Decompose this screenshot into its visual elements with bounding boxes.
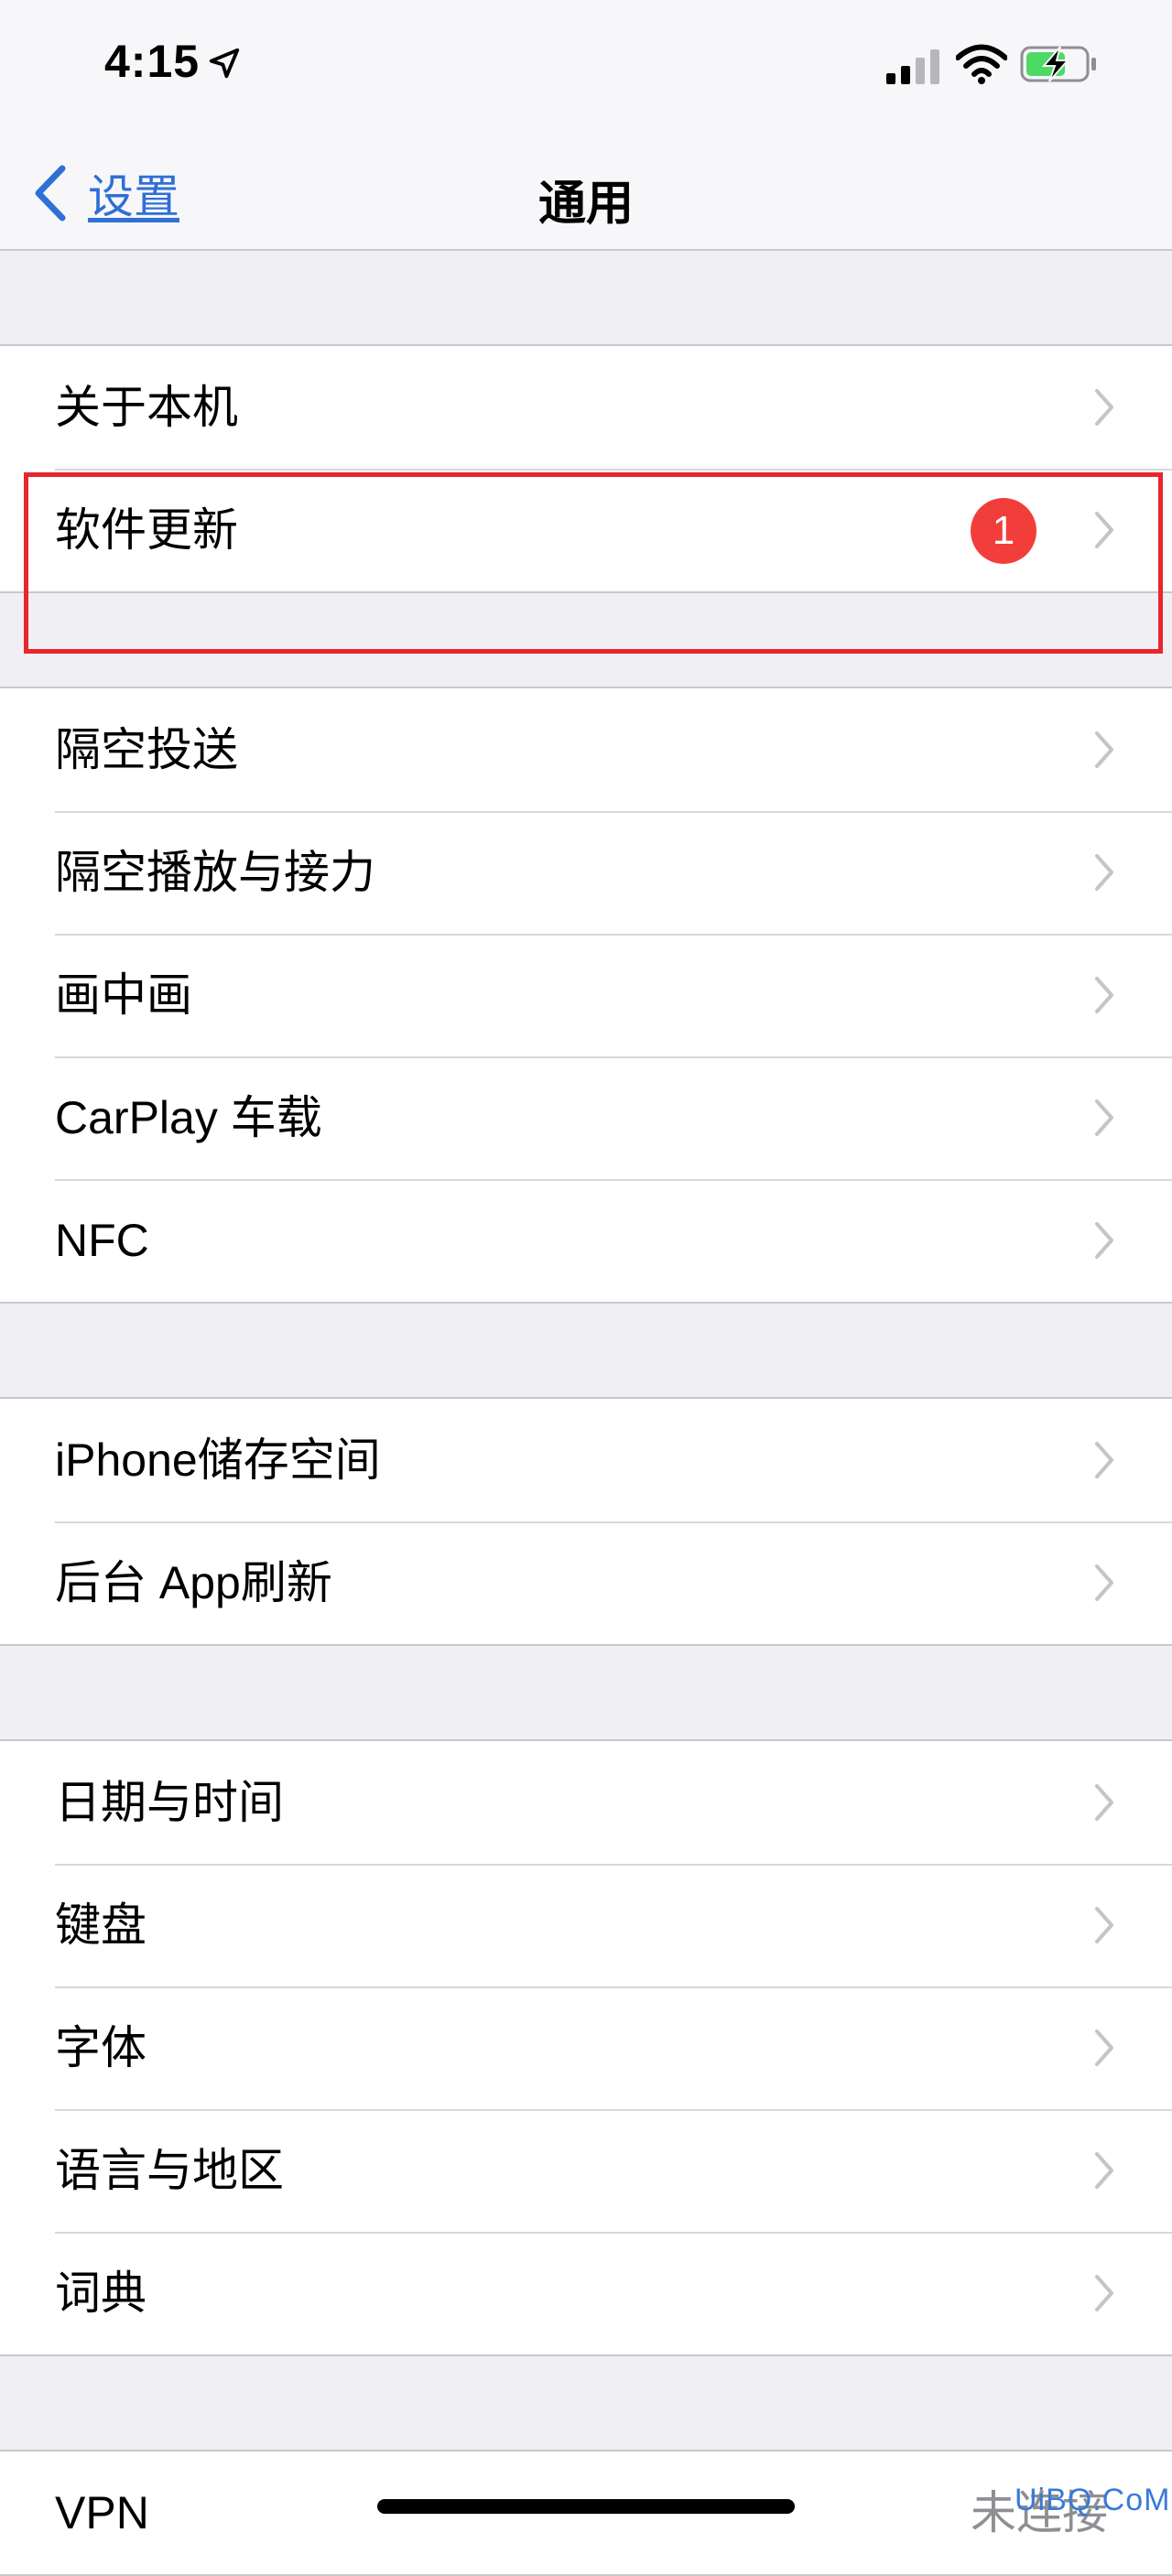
chevron-right-icon	[1095, 1099, 1113, 1136]
settings-group-4: 日期与时间 键盘 字体 语言与地区 词典	[0, 1739, 1172, 2356]
row-label: 语言与地区	[55, 2145, 284, 2196]
chevron-right-icon	[1095, 1564, 1113, 1601]
navigation-bar: 设置 通用	[0, 137, 1172, 251]
battery-charging-icon	[1020, 46, 1096, 82]
status-bar: 4:15	[0, 0, 1172, 137]
row-background-app-refresh[interactable]: 后台 App刷新	[0, 1521, 1172, 1644]
status-time: 4:15	[104, 36, 201, 87]
row-dictionary[interactable]: 词典	[0, 2232, 1172, 2354]
chevron-right-icon	[1095, 854, 1113, 891]
row-carplay[interactable]: CarPlay 车载	[0, 1056, 1172, 1179]
row-nfc[interactable]: NFC	[0, 1179, 1172, 1302]
row-label: 词典	[55, 2268, 146, 2319]
chevron-right-icon	[1095, 1784, 1113, 1821]
row-fonts[interactable]: 字体	[0, 1986, 1172, 2109]
row-date-time[interactable]: 日期与时间	[0, 1741, 1172, 1864]
chevron-right-icon	[1095, 977, 1113, 1013]
chevron-right-icon	[1095, 2029, 1113, 2066]
row-label: 关于本机	[55, 382, 238, 433]
row-about[interactable]: 关于本机	[0, 346, 1172, 469]
row-label: 隔空播放与接力	[55, 847, 375, 898]
watermark: UiBQ.CoM	[1015, 2483, 1171, 2517]
highlight-box	[24, 472, 1163, 654]
chevron-right-icon	[1095, 1907, 1113, 1943]
chevron-right-icon	[1095, 389, 1113, 426]
chevron-right-icon	[1095, 1442, 1113, 1478]
settings-group-2: 隔空投送 隔空播放与接力 画中画 CarPlay 车载 NFC	[0, 687, 1172, 1304]
row-label: 后台 App刷新	[55, 1557, 332, 1608]
row-label: 日期与时间	[55, 1777, 284, 1828]
row-label: NFC	[55, 1215, 149, 1266]
location-arrow-icon	[209, 48, 240, 79]
row-label: 字体	[55, 2022, 146, 2073]
row-keyboard[interactable]: 键盘	[0, 1864, 1172, 1986]
row-airplay-handoff[interactable]: 隔空播放与接力	[0, 811, 1172, 934]
home-indicator[interactable]	[377, 2499, 795, 2514]
cellular-signal-icon	[886, 49, 939, 84]
page-title: 通用	[537, 178, 634, 231]
chevron-right-icon	[1095, 1222, 1113, 1259]
row-label: 画中画	[55, 969, 192, 1021]
row-label: 隔空投送	[55, 724, 238, 775]
row-language-region[interactable]: 语言与地区	[0, 2109, 1172, 2232]
row-iphone-storage[interactable]: iPhone储存空间	[0, 1399, 1172, 1521]
row-airdrop[interactable]: 隔空投送	[0, 688, 1172, 811]
chevron-right-icon	[1095, 731, 1113, 768]
settings-group-3: iPhone储存空间 后台 App刷新	[0, 1397, 1172, 1646]
chevron-right-icon	[1095, 2152, 1113, 2189]
row-picture-in-picture[interactable]: 画中画	[0, 934, 1172, 1056]
row-label: 键盘	[55, 1900, 146, 1951]
chevron-right-icon	[1095, 2275, 1113, 2311]
row-label: CarPlay 车载	[55, 1092, 322, 1143]
wifi-icon	[956, 44, 1007, 84]
row-label: iPhone储存空间	[55, 1434, 381, 1486]
row-label: VPN	[55, 2487, 149, 2538]
